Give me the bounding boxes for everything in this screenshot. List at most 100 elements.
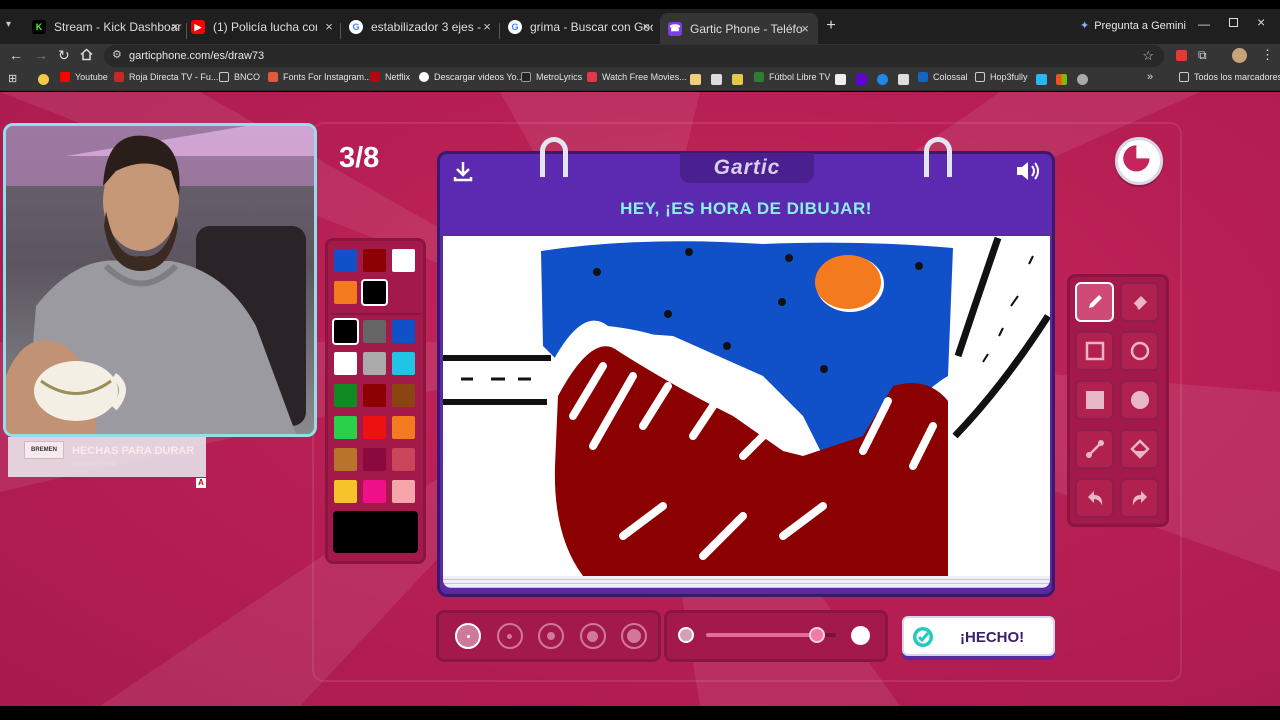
color-swatch[interactable] bbox=[392, 480, 415, 503]
bookmark-icon-3[interactable] bbox=[732, 74, 743, 85]
color-swatch[interactable] bbox=[363, 448, 386, 471]
emoji-icon[interactable] bbox=[38, 74, 49, 85]
bookmark-roja[interactable]: Roja Directa TV - Fu... bbox=[114, 72, 218, 82]
bookmark-bnco[interactable]: BNCO bbox=[219, 72, 260, 82]
recent-color-swatch[interactable] bbox=[392, 249, 415, 272]
close-tab-icon[interactable]: × bbox=[798, 21, 812, 36]
puzzle-icon[interactable]: ⧉ bbox=[1198, 48, 1207, 63]
page-stack bbox=[443, 576, 1050, 588]
brush-size-button[interactable] bbox=[579, 623, 606, 649]
color-swatch[interactable] bbox=[334, 416, 357, 439]
home-button[interactable] bbox=[80, 48, 93, 61]
color-swatch[interactable] bbox=[334, 448, 357, 471]
color-swatch[interactable] bbox=[363, 320, 386, 343]
restore-button[interactable] bbox=[1229, 18, 1238, 27]
bookmark-label: Roja Directa TV - Fu... bbox=[129, 72, 219, 82]
volume-icon[interactable] bbox=[1014, 159, 1042, 183]
undo-button[interactable] bbox=[1075, 478, 1114, 518]
bookmark-youtube[interactable]: Youtube bbox=[60, 72, 108, 82]
color-swatch[interactable] bbox=[392, 384, 415, 407]
recent-color-swatch[interactable] bbox=[334, 249, 357, 272]
ad-banner[interactable]: BREMEN HECHAS PARA DURAR Descubrí más bbox=[8, 437, 206, 477]
brush-size-button[interactable] bbox=[455, 623, 481, 649]
new-tab-button[interactable]: + bbox=[822, 17, 840, 35]
color-swatch[interactable] bbox=[392, 352, 415, 375]
bookmark-metrolyrics[interactable]: MetroLyrics bbox=[521, 72, 582, 82]
color-swatch[interactable] bbox=[363, 352, 386, 375]
tab-list-dropdown[interactable]: ▾ bbox=[6, 19, 20, 33]
bookmark-futbol[interactable]: Fútbol Libre TV bbox=[754, 72, 830, 82]
bookmark-netflix[interactable]: Netflix bbox=[370, 72, 410, 82]
site-info-icon[interactable]: ⚙ bbox=[112, 48, 122, 61]
color-swatch[interactable] bbox=[392, 448, 415, 471]
bookmark-icon-5[interactable] bbox=[877, 74, 888, 85]
more-bookmarks-icon[interactable]: » bbox=[1147, 71, 1153, 83]
chrome-icon[interactable] bbox=[1077, 74, 1088, 85]
brush-size-button[interactable] bbox=[496, 623, 523, 649]
bookmark-colossal[interactable]: Colossal bbox=[918, 72, 968, 82]
bookmark-icon-2[interactable] bbox=[711, 74, 722, 85]
close-tab-icon[interactable]: × bbox=[480, 19, 494, 34]
pencil-tool[interactable] bbox=[1075, 282, 1114, 322]
gemini-button[interactable]: ✦ Pregunta a Gemini bbox=[1080, 19, 1186, 33]
bookmark-hop3fully[interactable]: Hop3fully bbox=[975, 72, 1028, 82]
bookmark-icon-4[interactable] bbox=[835, 74, 846, 85]
download-icon[interactable] bbox=[452, 160, 474, 182]
ad-logo: BREMEN bbox=[24, 441, 64, 459]
minimize-button[interactable]: — bbox=[1198, 17, 1210, 31]
line-tool[interactable] bbox=[1075, 429, 1114, 469]
fill-tool[interactable] bbox=[1120, 429, 1159, 469]
color-swatch[interactable] bbox=[363, 480, 386, 503]
recent-color-swatch[interactable] bbox=[361, 279, 388, 306]
tab-youtube[interactable]: ▶ (1) Policía lucha contra las lágri × bbox=[191, 15, 336, 39]
redo-button[interactable] bbox=[1120, 478, 1159, 518]
color-swatch[interactable] bbox=[392, 416, 415, 439]
bookmark-icon-6[interactable] bbox=[898, 74, 909, 85]
back-button[interactable]: ← bbox=[9, 47, 23, 63]
circle-fill-tool[interactable] bbox=[1120, 380, 1159, 420]
color-swatch[interactable] bbox=[363, 416, 386, 439]
tab-kick[interactable]: K Stream - Kick Dashboard × bbox=[32, 15, 182, 39]
recent-color-swatch[interactable] bbox=[363, 249, 386, 272]
close-tab-icon[interactable]: × bbox=[639, 19, 653, 34]
tab-gartic[interactable]: ☎ Gartic Phone - Teléfono Descon × bbox=[660, 13, 818, 44]
bookmark-fonts[interactable]: Fonts For Instagram... bbox=[268, 72, 372, 82]
all-bookmarks[interactable]: Todos los marcadores bbox=[1179, 72, 1280, 82]
avatar[interactable] bbox=[1232, 48, 1247, 63]
color-swatch[interactable] bbox=[334, 384, 357, 407]
yahoo-icon[interactable] bbox=[856, 74, 867, 85]
bookmark-movies[interactable]: Watch Free Movies... bbox=[587, 72, 687, 82]
star-icon[interactable]: ☆ bbox=[1142, 48, 1154, 64]
opacity-thumb[interactable] bbox=[808, 627, 825, 643]
microsoft-icon[interactable] bbox=[1056, 74, 1067, 85]
bookmark-icon-1[interactable] bbox=[690, 74, 701, 85]
eraser-tool[interactable] bbox=[1120, 282, 1159, 322]
tab-search-grima[interactable]: G grima - Buscar con Google × bbox=[508, 15, 653, 39]
circle-outline-tool[interactable] bbox=[1120, 331, 1159, 371]
address-bar[interactable]: ⚙ garticphone.com/es/draw73 ☆ bbox=[104, 45, 1164, 67]
bookmark-icon-7[interactable] bbox=[1036, 74, 1047, 85]
rectangle-fill-tool[interactable] bbox=[1075, 380, 1114, 420]
menu-icon[interactable]: ⋮ bbox=[1261, 47, 1274, 63]
done-button[interactable]: ¡HECHO! bbox=[902, 616, 1055, 656]
tab-search-estabilizador[interactable]: G estabilizador 3 ejes - Buscar co × bbox=[349, 15, 494, 39]
recent-color-swatch[interactable] bbox=[334, 281, 357, 304]
reload-button[interactable]: ↻ bbox=[58, 47, 70, 64]
color-swatch[interactable] bbox=[363, 384, 386, 407]
rectangle-outline-tool[interactable] bbox=[1075, 331, 1114, 371]
color-swatch[interactable] bbox=[334, 352, 357, 375]
color-swatch[interactable] bbox=[332, 318, 359, 345]
close-window-button[interactable]: × bbox=[1257, 14, 1265, 30]
apps-icon[interactable]: ⊞ bbox=[8, 72, 17, 85]
color-swatch[interactable] bbox=[392, 320, 415, 343]
brush-size-button[interactable] bbox=[538, 623, 564, 649]
color-swatch[interactable] bbox=[334, 480, 357, 503]
brush-size-button[interactable] bbox=[621, 623, 647, 649]
forward-button[interactable]: → bbox=[34, 47, 48, 63]
close-tab-icon[interactable]: × bbox=[168, 19, 182, 34]
close-tab-icon[interactable]: × bbox=[322, 19, 336, 34]
extension-icon[interactable] bbox=[1176, 50, 1187, 61]
ad-badge[interactable]: A bbox=[196, 478, 206, 488]
bookmark-descargar[interactable]: Descargar videos Yo... bbox=[419, 72, 524, 82]
drawing-canvas[interactable] bbox=[443, 236, 1050, 576]
